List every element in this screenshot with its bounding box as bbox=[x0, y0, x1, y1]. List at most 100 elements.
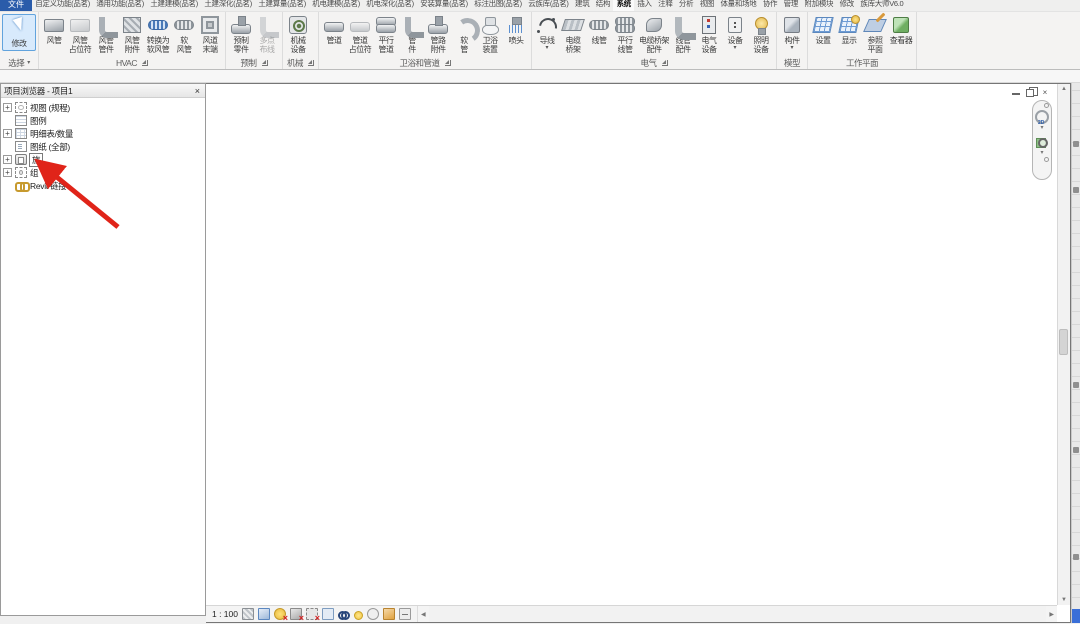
tab-collaborate[interactable]: 协作 bbox=[760, 0, 781, 11]
displaced-elements-icon[interactable] bbox=[383, 608, 395, 620]
tree-item-legends[interactable]: 图例 bbox=[3, 114, 205, 127]
scroll-right-icon[interactable]: ▶ bbox=[1046, 611, 1057, 618]
tab-architecture[interactable]: 建筑 bbox=[572, 0, 593, 11]
zoom-tool-icon[interactable] bbox=[1036, 136, 1049, 149]
cable-tray-fitting-button[interactable]: 电缆桥架配件 bbox=[638, 14, 670, 54]
horizontal-scrollbar[interactable]: ◀ ▶ bbox=[417, 606, 1057, 622]
sprinkler-button[interactable]: 喷头 bbox=[503, 14, 529, 45]
analytical-model-icon[interactable] bbox=[399, 608, 411, 620]
minimize-view-icon[interactable] bbox=[1012, 90, 1020, 95]
panel-launcher-icon[interactable] bbox=[262, 60, 268, 66]
tab-analyze[interactable]: 分析 bbox=[676, 0, 697, 11]
expand-plus-icon[interactable]: + bbox=[3, 129, 12, 138]
panel-label-hvac[interactable]: HVAC bbox=[39, 56, 225, 69]
panel-launcher-icon[interactable] bbox=[445, 60, 451, 66]
modify-button[interactable]: 修改 bbox=[2, 14, 36, 51]
tree-item-views[interactable]: +视图 (规程) bbox=[3, 101, 205, 114]
device-button[interactable]: 设备▾ bbox=[722, 14, 748, 51]
expand-plus-icon[interactable]: + bbox=[3, 168, 12, 177]
parallel-conduits-button[interactable]: 平行线管 bbox=[612, 14, 638, 54]
electrical-equipment-button[interactable]: 电气设备 bbox=[696, 14, 722, 54]
scroll-left-icon[interactable]: ◀ bbox=[418, 611, 429, 618]
pipe-placeholder-button[interactable]: 管道占位符 bbox=[347, 14, 373, 54]
horizontal-scroll-track[interactable] bbox=[429, 606, 1047, 622]
tab-install-quantity-pinming[interactable]: 安装算量(品茗) bbox=[417, 0, 471, 11]
restore-view-icon[interactable] bbox=[1026, 89, 1034, 97]
sun-path-icon[interactable] bbox=[274, 608, 286, 620]
view-scale[interactable]: 1 : 100 bbox=[212, 609, 238, 619]
tree-item-schedules[interactable]: +明细表/数量 bbox=[3, 127, 205, 140]
tab-arch-modeling-pinming[interactable]: 土建建模(品茗) bbox=[147, 0, 201, 11]
flex-pipe-button[interactable]: 软管 bbox=[451, 14, 477, 54]
tab-custom-pinming[interactable]: 自定义功能(品茗) bbox=[32, 0, 93, 11]
tree-item-sheets[interactable]: 图纸 (全部) bbox=[3, 140, 205, 153]
duct-button[interactable]: 风管 bbox=[41, 14, 67, 45]
tab-annotation-output-pinming[interactable]: 标注出图(品茗) bbox=[471, 0, 525, 11]
air-terminal-button[interactable]: 风道末端 bbox=[197, 14, 223, 54]
show-work-plane-button[interactable]: 显示 bbox=[836, 14, 862, 45]
mechanical-equipment-button[interactable]: 机械设备 bbox=[285, 14, 311, 54]
reveal-hidden-elements-icon[interactable] bbox=[354, 611, 363, 620]
panel-label-fabrication[interactable]: 预制 bbox=[226, 56, 282, 69]
vertical-scroll-thumb[interactable] bbox=[1059, 329, 1068, 355]
tab-modify[interactable]: 修改 bbox=[836, 0, 857, 11]
vertical-scrollbar[interactable]: ▲ ▼ bbox=[1057, 84, 1070, 605]
fabrication-part-button[interactable]: 预制零件 bbox=[228, 14, 254, 54]
panel-label-mechanical[interactable]: 机械 bbox=[283, 56, 318, 69]
tree-item-families[interactable]: +族 bbox=[3, 153, 205, 166]
file-tab[interactable]: 文件 bbox=[0, 0, 32, 11]
scroll-up-icon[interactable]: ▲ bbox=[1061, 84, 1067, 94]
flex-duct-button[interactable]: 软风管 bbox=[171, 14, 197, 54]
pipe-button[interactable]: 管道 bbox=[321, 14, 347, 45]
tab-family-master[interactable]: 族库大师V6.0 bbox=[857, 0, 906, 11]
reference-plane-button[interactable]: 参照平面 bbox=[862, 14, 888, 54]
conduit-fitting-button[interactable]: 线管配件 bbox=[670, 14, 696, 54]
panel-launcher-icon[interactable] bbox=[142, 60, 148, 66]
tab-mep-modeling-pinming[interactable]: 机电建模(品茗) bbox=[309, 0, 363, 11]
pipe-fitting-button[interactable]: 管件 bbox=[399, 14, 425, 54]
close-icon[interactable]: × bbox=[193, 86, 202, 96]
tree-item-groups[interactable]: +组 bbox=[3, 166, 205, 179]
component-button[interactable]: 构件▾ bbox=[779, 14, 805, 51]
expand-plus-icon[interactable]: + bbox=[3, 155, 12, 164]
duct-placeholder-button[interactable]: 风管占位符 bbox=[67, 14, 93, 54]
tab-arch-quantity-pinming[interactable]: 土建算量(品茗) bbox=[255, 0, 309, 11]
temporary-view-properties-icon[interactable] bbox=[367, 608, 379, 620]
tree-item-revit-links[interactable]: Revit 链接 bbox=[3, 179, 205, 192]
conduit-button[interactable]: 线管 bbox=[586, 14, 612, 45]
tab-annotate[interactable]: 注释 bbox=[655, 0, 676, 11]
navbar-caret-icon[interactable]: ▾ bbox=[1040, 149, 1043, 157]
scroll-down-icon[interactable]: ▼ bbox=[1061, 595, 1067, 605]
expand-plus-icon[interactable]: + bbox=[3, 103, 12, 112]
duct-accessory-button[interactable]: 风管附件 bbox=[119, 14, 145, 54]
cable-tray-button[interactable]: 电缆桥架 bbox=[560, 14, 586, 54]
set-work-plane-button[interactable]: 设置 bbox=[810, 14, 836, 45]
panel-label-electrical[interactable]: 电气 bbox=[532, 56, 776, 69]
crop-region-icon[interactable] bbox=[322, 608, 334, 620]
shadows-icon[interactable] bbox=[290, 608, 302, 620]
convert-to-flex-duct-button[interactable]: 转换为软风管 bbox=[145, 14, 171, 54]
panel-label-plumbing-piping[interactable]: 卫浴和管道 bbox=[319, 56, 531, 69]
visual-style-icon[interactable] bbox=[258, 608, 270, 620]
temporary-hide-isolate-icon[interactable] bbox=[338, 608, 350, 620]
project-browser-titlebar[interactable]: 项目浏览器 - 项目1 × bbox=[1, 84, 205, 98]
wire-button[interactable]: 导线▾ bbox=[534, 14, 560, 51]
tab-addins[interactable]: 附加模块 bbox=[801, 0, 836, 11]
tab-massing-site[interactable]: 体量和场地 bbox=[717, 0, 759, 11]
parallel-pipes-button[interactable]: 平行管道 bbox=[373, 14, 399, 54]
tab-mep-detailing-pinming[interactable]: 机电深化(品茗) bbox=[363, 0, 417, 11]
steering-wheel-2d-icon[interactable] bbox=[1035, 110, 1049, 124]
pipe-accessory-button[interactable]: 管路附件 bbox=[425, 14, 451, 54]
tab-systems[interactable]: 系统 bbox=[613, 0, 634, 11]
panel-launcher-icon[interactable] bbox=[308, 60, 314, 66]
navigation-bar[interactable]: ▾ ▾ bbox=[1032, 100, 1052, 180]
navbar-gear-icon[interactable] bbox=[1044, 103, 1049, 108]
close-view-icon[interactable]: × bbox=[1040, 88, 1050, 97]
plumbing-fixture-button[interactable]: 卫浴装置 bbox=[477, 14, 503, 54]
tab-manage[interactable]: 管理 bbox=[780, 0, 801, 11]
tab-view[interactable]: 视图 bbox=[697, 0, 718, 11]
tab-structure[interactable]: 结构 bbox=[593, 0, 614, 11]
crop-view-icon[interactable] bbox=[306, 608, 318, 620]
navbar-gear-icon[interactable] bbox=[1044, 157, 1049, 162]
drawing-area[interactable]: × ▾ ▾ ▲ ▼ 1 : 100 ◀ ▶ bbox=[206, 83, 1071, 623]
